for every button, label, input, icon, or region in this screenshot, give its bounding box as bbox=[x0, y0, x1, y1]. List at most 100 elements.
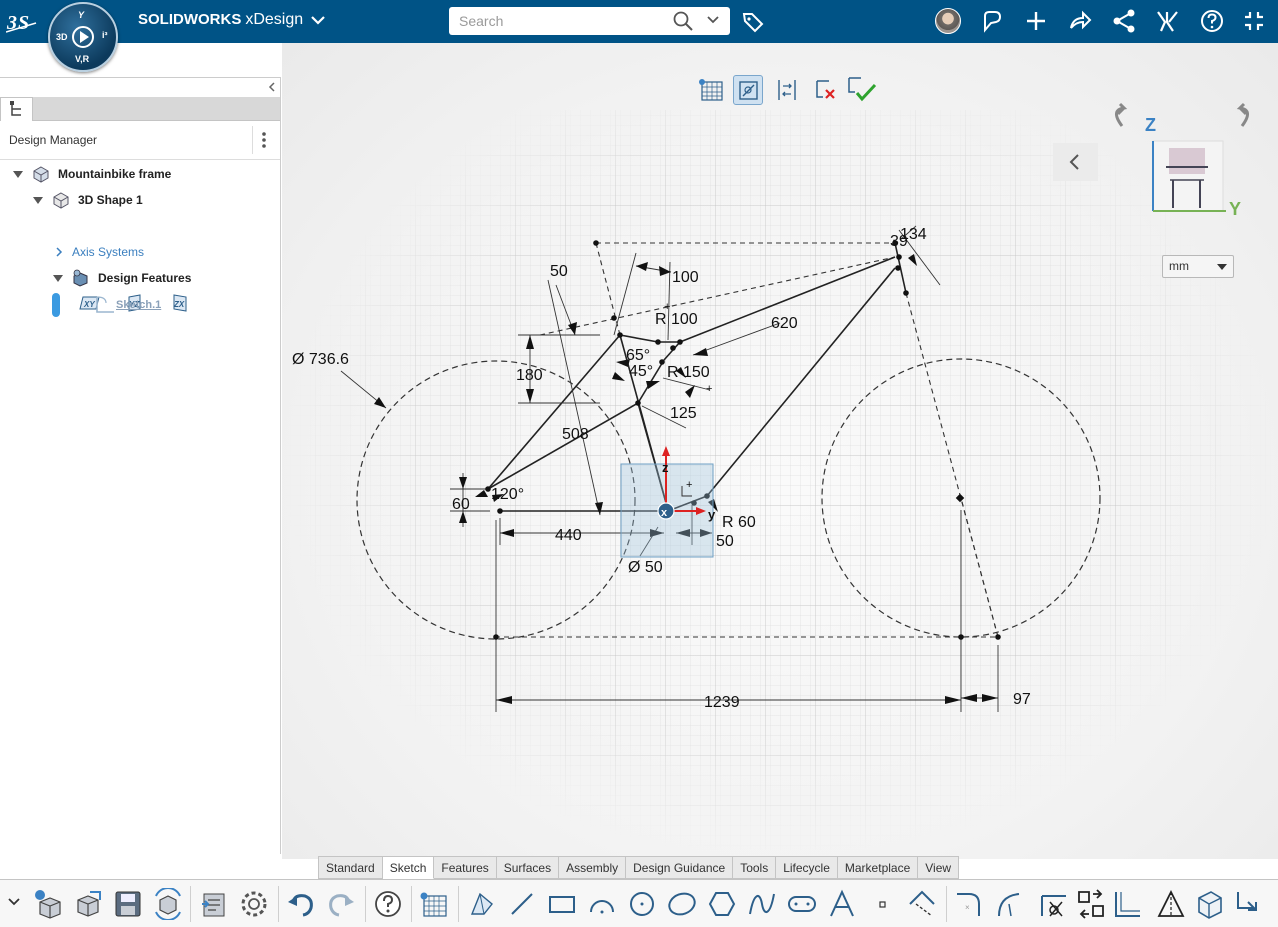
tab-sketch[interactable]: Sketch bbox=[382, 856, 435, 879]
play-icon[interactable] bbox=[72, 26, 94, 48]
offset-icon[interactable] bbox=[1112, 888, 1144, 920]
tab-design-guidance[interactable]: Design Guidance bbox=[626, 856, 734, 879]
units-value: mm bbox=[1169, 259, 1189, 273]
sketch-chamfer-icon[interactable] bbox=[993, 888, 1025, 920]
sketch-constraints-button[interactable] bbox=[733, 75, 763, 105]
undo-icon[interactable] bbox=[285, 888, 317, 920]
tab-lifecycle[interactable]: Lifecycle bbox=[776, 856, 838, 879]
open-model-icon[interactable] bbox=[72, 888, 104, 920]
panel-tabs bbox=[0, 97, 280, 121]
share-community-icon[interactable] bbox=[979, 8, 1005, 34]
design-manager-title: Design Manager bbox=[9, 133, 98, 147]
tree-item-mountainbike-frame[interactable]: Mountainbike frame bbox=[13, 164, 171, 184]
tab-features[interactable]: Features bbox=[434, 856, 497, 879]
redo-icon[interactable] bbox=[325, 888, 357, 920]
avatar[interactable] bbox=[935, 8, 961, 34]
search-input[interactable] bbox=[449, 7, 664, 35]
chevron-down-icon[interactable] bbox=[308, 10, 328, 30]
spline-icon[interactable] bbox=[746, 888, 778, 920]
svg-text:z: z bbox=[662, 460, 669, 475]
search-icon[interactable] bbox=[672, 10, 694, 32]
collapse-panel-icon[interactable] bbox=[265, 80, 279, 94]
toolbar-separator bbox=[458, 886, 459, 922]
rectangle-icon[interactable] bbox=[546, 888, 578, 920]
dim-620: 620 bbox=[771, 315, 798, 332]
extend-icon[interactable] bbox=[1075, 888, 1107, 920]
tab-tools[interactable]: Tools bbox=[733, 856, 777, 879]
help-icon[interactable] bbox=[372, 888, 404, 920]
tree-item-design-features[interactable]: Design Features bbox=[53, 268, 191, 288]
chevron-down-icon bbox=[1217, 264, 1227, 270]
exit-sketch-button[interactable] bbox=[845, 75, 877, 105]
arc-icon[interactable] bbox=[586, 888, 618, 920]
dim-180: 180 bbox=[516, 367, 543, 384]
tab-standard[interactable]: Standard bbox=[318, 856, 383, 879]
help-icon[interactable] bbox=[1199, 8, 1225, 34]
tag-icon[interactable] bbox=[741, 10, 765, 34]
ellipse-icon[interactable] bbox=[666, 888, 698, 920]
units-select[interactable]: mm bbox=[1162, 255, 1234, 278]
grid-snap-button[interactable] bbox=[697, 75, 727, 105]
add-icon[interactable] bbox=[1023, 8, 1049, 34]
tab-surfaces[interactable]: Surfaces bbox=[496, 856, 560, 879]
tab-marketplace[interactable]: Marketplace bbox=[837, 856, 919, 879]
construction-geometry-icon[interactable] bbox=[906, 888, 938, 920]
chevron-right-icon[interactable] bbox=[54, 246, 64, 258]
toolbar-separator bbox=[365, 886, 366, 922]
toolbar-separator bbox=[190, 886, 191, 922]
network-share-icon[interactable] bbox=[1111, 8, 1137, 34]
tab-assembly[interactable]: Assembly bbox=[559, 856, 627, 879]
3d-sketch-icon[interactable] bbox=[1193, 888, 1225, 920]
bottom-toolbar: × bbox=[0, 879, 1278, 927]
svg-text:Y: Y bbox=[1229, 199, 1241, 219]
app-title[interactable]: SOLIDWORKS xDesign bbox=[138, 11, 303, 29]
grid-snap-icon bbox=[699, 79, 723, 101]
dim-wheelbase: 1239 bbox=[704, 694, 740, 711]
compass-widget[interactable]: Y 3D i³ V,R bbox=[48, 2, 118, 72]
mirror-icon[interactable] bbox=[1155, 888, 1187, 920]
zx-plane-icon[interactable]: ZX bbox=[169, 294, 191, 312]
settings-icon[interactable] bbox=[238, 888, 270, 920]
sketch-tool-icon[interactable] bbox=[466, 888, 498, 920]
dim-diameter-50: Ø 50 bbox=[628, 559, 663, 576]
circle-icon[interactable] bbox=[626, 888, 658, 920]
expand-icon[interactable] bbox=[33, 196, 43, 204]
update-icon[interactable] bbox=[152, 888, 184, 920]
chevron-left-icon[interactable] bbox=[1053, 143, 1098, 181]
sketch-icon bbox=[96, 296, 114, 313]
slot-icon[interactable] bbox=[786, 888, 818, 920]
view-cube[interactable]: Z Y bbox=[1100, 100, 1265, 220]
expand-icon[interactable] bbox=[53, 274, 63, 282]
forward-share-icon[interactable] bbox=[1067, 8, 1093, 34]
dim-r60: R 60 bbox=[722, 514, 756, 531]
line-icon[interactable] bbox=[506, 888, 538, 920]
tab-tree[interactable] bbox=[0, 97, 33, 121]
view-panel-toggle[interactable] bbox=[1053, 143, 1098, 181]
fullscreen-icon[interactable] bbox=[1241, 8, 1267, 34]
point-icon[interactable] bbox=[866, 888, 898, 920]
dimension-toggle-button[interactable] bbox=[772, 75, 802, 105]
expand-icon[interactable] bbox=[13, 170, 23, 178]
design-features-icon bbox=[73, 269, 88, 287]
more-options-button[interactable] bbox=[252, 126, 274, 154]
cancel-sketch-button[interactable] bbox=[811, 75, 841, 105]
grid-snap-icon[interactable] bbox=[418, 888, 450, 920]
toolbar-menu-chevron-icon[interactable] bbox=[4, 888, 24, 920]
trim-icon[interactable] bbox=[1038, 888, 1070, 920]
sketch-fillet-icon[interactable]: × bbox=[953, 888, 985, 920]
tree-item-3d-shape[interactable]: 3D Shape 1 bbox=[33, 190, 143, 210]
search-options-chevron-icon[interactable] bbox=[705, 12, 721, 28]
dim-100: 100 bbox=[672, 269, 699, 286]
new-model-icon[interactable] bbox=[32, 888, 64, 920]
clipboard-icon[interactable] bbox=[198, 888, 230, 920]
tree-item-axis-systems[interactable]: Axis Systems bbox=[54, 242, 144, 262]
save-icon[interactable] bbox=[112, 888, 144, 920]
dassault-logo-icon[interactable]: 3S bbox=[5, 9, 40, 35]
tree-item-sketch[interactable]: Sketch.1 bbox=[52, 292, 161, 318]
text-icon[interactable] bbox=[826, 888, 858, 920]
polygon-icon[interactable] bbox=[706, 888, 738, 920]
tab-view[interactable]: View bbox=[918, 856, 960, 879]
tree-view-icon bbox=[10, 101, 21, 116]
apps-compass-icon[interactable] bbox=[1155, 8, 1181, 34]
exit-sketch-arrow-icon[interactable] bbox=[1232, 888, 1264, 920]
